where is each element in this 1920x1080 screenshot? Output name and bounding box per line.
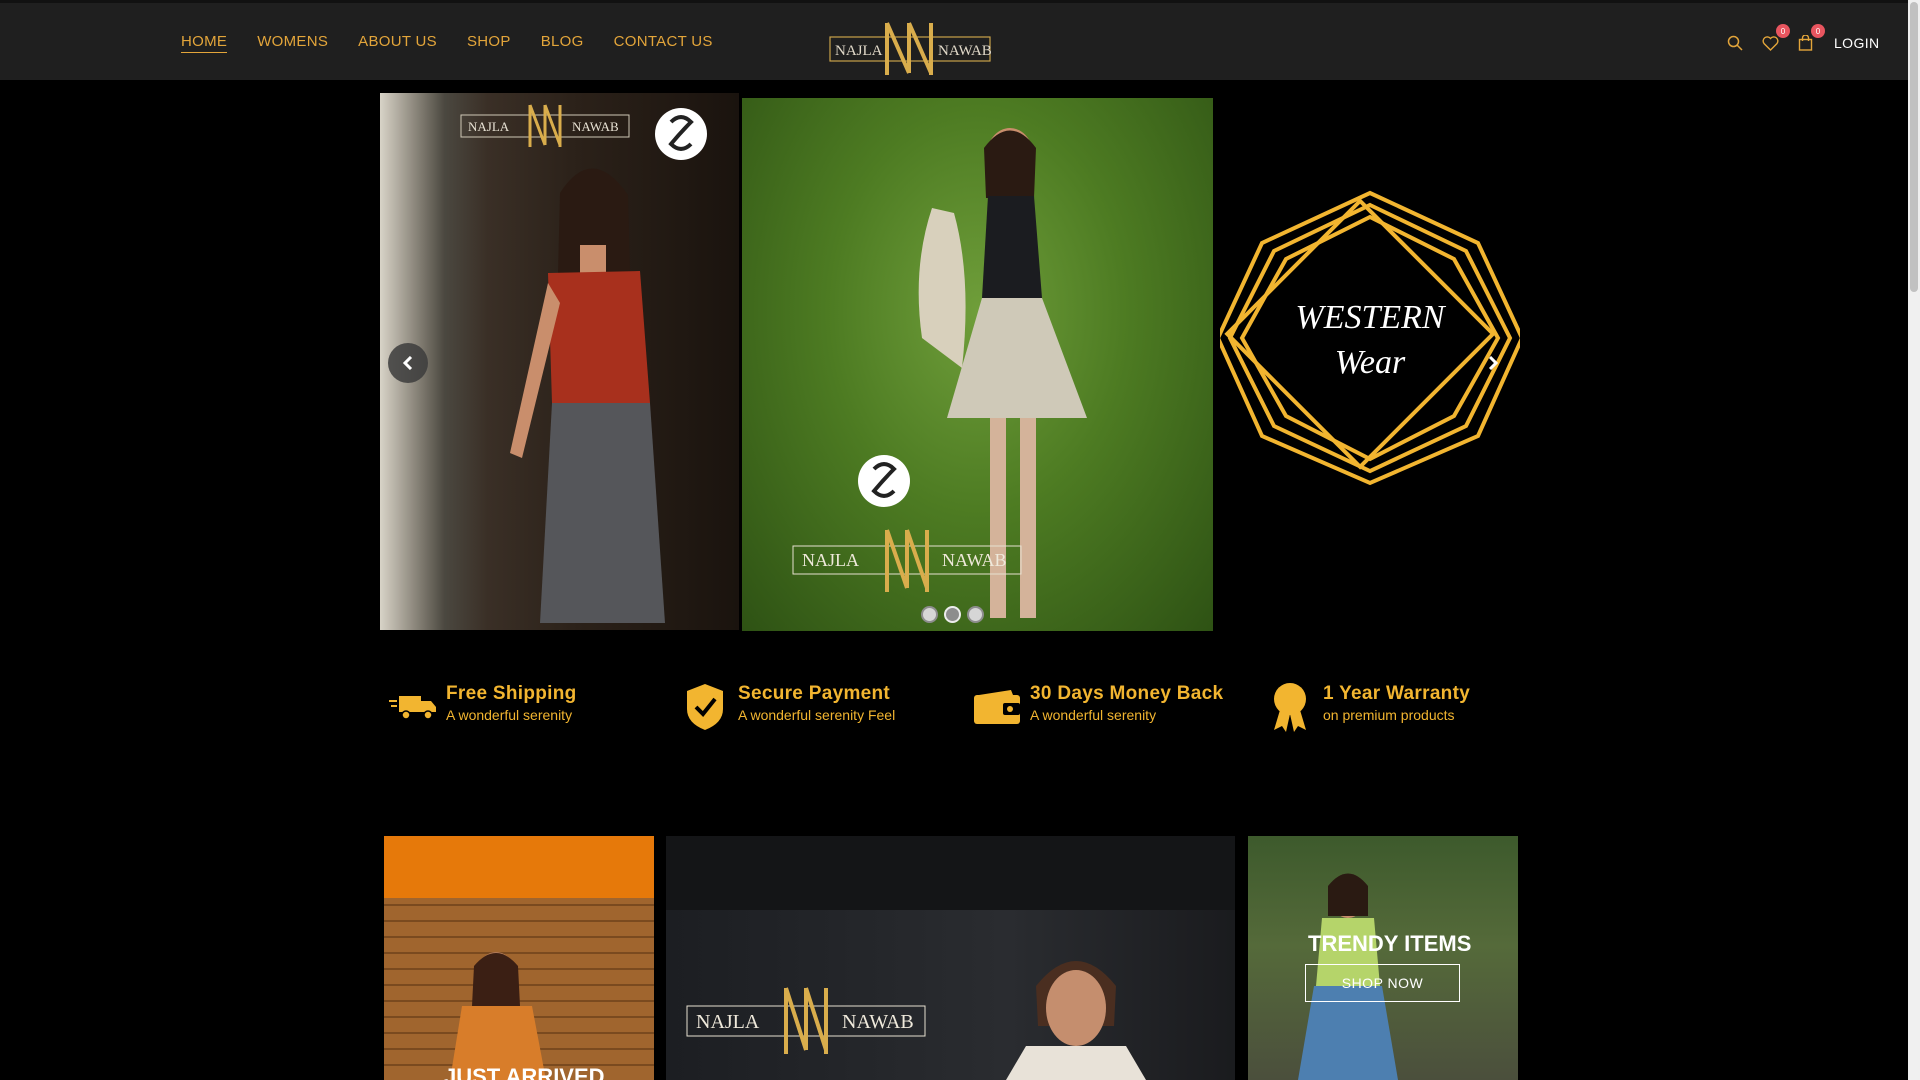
feature-subtitle: A wonderful serenity (446, 707, 573, 723)
model-photo (450, 952, 546, 1080)
site-header: HOME WOMENS ABOUT US SHOP BLOG CONTACT U… (0, 0, 1908, 80)
cart-count-badge: 0 (1811, 24, 1825, 38)
feature-money-back: 30 Days Money Back A wonderful serenity (972, 682, 1223, 732)
feature-warranty: 1 Year Warranty on premium products (1265, 682, 1470, 732)
logo-right-text: NAWAB (938, 43, 991, 59)
feature-title: Free Shipping (446, 683, 577, 704)
slide-red-top-model: NAJLA NAWAB (380, 93, 739, 630)
slide-dress-model: NAJLA NAWAB (742, 98, 1213, 631)
banner-featured[interactable]: NAJLA NAWAB (666, 836, 1235, 1080)
wear-subtitle: Wear (1335, 344, 1406, 381)
nav-shop[interactable]: SHOP (467, 33, 511, 53)
slider-dot-1[interactable] (921, 606, 938, 623)
svg-text:NAJLA: NAJLA (802, 550, 859, 570)
banner-title: JUST ARRIVED (444, 1064, 605, 1080)
feature-subtitle: on premium products (1323, 707, 1455, 723)
slider-dot-3[interactable] (967, 606, 984, 623)
wallet-icon (972, 682, 1022, 732)
features-row: Free Shipping A wonderful serenity Secur… (380, 682, 1520, 742)
search-icon[interactable] (1725, 33, 1745, 53)
banner-trendy-items[interactable]: TRENDY ITEMS SHOP NOW (1248, 836, 1518, 1080)
nav-blog[interactable]: BLOG (541, 33, 584, 53)
nav-about-us[interactable]: ABOUT US (358, 33, 437, 53)
scrollbar-thumb[interactable] (1910, 2, 1918, 292)
watermark-logo-2: NAJLA NAWAB (792, 529, 1022, 592)
studio-badge-icon (655, 108, 707, 160)
banner-title: TRENDY ITEMS (1308, 931, 1472, 956)
model-photo (510, 168, 665, 623)
page-scrollbar[interactable] (1908, 0, 1920, 1080)
watermark-logo-1: NAJLA NAWAB (460, 104, 630, 147)
model-photo (1006, 961, 1146, 1080)
shop-now-button[interactable]: SHOP NOW (1305, 964, 1460, 1002)
header-actions: 0 0 LOGIN (1725, 24, 1880, 53)
slider-next-button[interactable] (1473, 343, 1513, 383)
feature-subtitle: A wonderful serenity (1030, 707, 1157, 723)
slider-prev-button[interactable] (388, 343, 428, 383)
truck-icon (388, 682, 438, 732)
western-title: WESTERN (1295, 299, 1447, 336)
svg-text:NAJLA: NAJLA (468, 119, 510, 134)
feature-title: Secure Payment (738, 683, 891, 704)
nav-womens[interactable]: WOMENS (257, 33, 328, 53)
nav-home[interactable]: HOME (181, 33, 228, 53)
cart-icon[interactable]: 0 (1795, 24, 1825, 53)
feature-subtitle: A wonderful serenity Feel (738, 707, 896, 723)
svg-text:NAWAB: NAWAB (842, 1011, 914, 1033)
feature-title: 30 Days Money Back (1030, 683, 1224, 704)
logo-left-text: NAJLA (835, 43, 883, 59)
site-logo[interactable]: NAJLA NAWAB (829, 17, 991, 79)
award-icon (1265, 682, 1315, 732)
main-nav: HOME WOMENS ABOUT US SHOP BLOG CONTACT U… (181, 33, 713, 53)
middle-banner-logo: NAJLA NAWAB (686, 987, 926, 1054)
nav-contact-us[interactable]: CONTACT US (614, 33, 713, 53)
feature-secure-payment: Secure Payment A wonderful serenity Feel (680, 682, 895, 732)
svg-text:NAWAB: NAWAB (942, 550, 1007, 570)
feature-free-shipping: Free Shipping A wonderful serenity (388, 682, 577, 732)
login-link[interactable]: LOGIN (1834, 35, 1880, 51)
hero-slider: NAJLA NAWAB NAJLA NAWAB WESTERN Wear (380, 93, 1520, 633)
svg-text:NAWAB: NAWAB (572, 119, 619, 134)
studio-badge-icon (858, 455, 910, 507)
slider-dot-2[interactable] (944, 606, 961, 623)
banner-just-arrived[interactable]: JUST ARRIVED (384, 836, 654, 1080)
heart-icon[interactable]: 0 (1760, 24, 1790, 53)
slider-dots (921, 606, 984, 623)
svg-text:NAJLA: NAJLA (696, 1011, 760, 1033)
shield-check-icon (680, 682, 730, 732)
feature-title: 1 Year Warranty (1323, 683, 1471, 704)
wishlist-count-badge: 0 (1776, 24, 1790, 38)
